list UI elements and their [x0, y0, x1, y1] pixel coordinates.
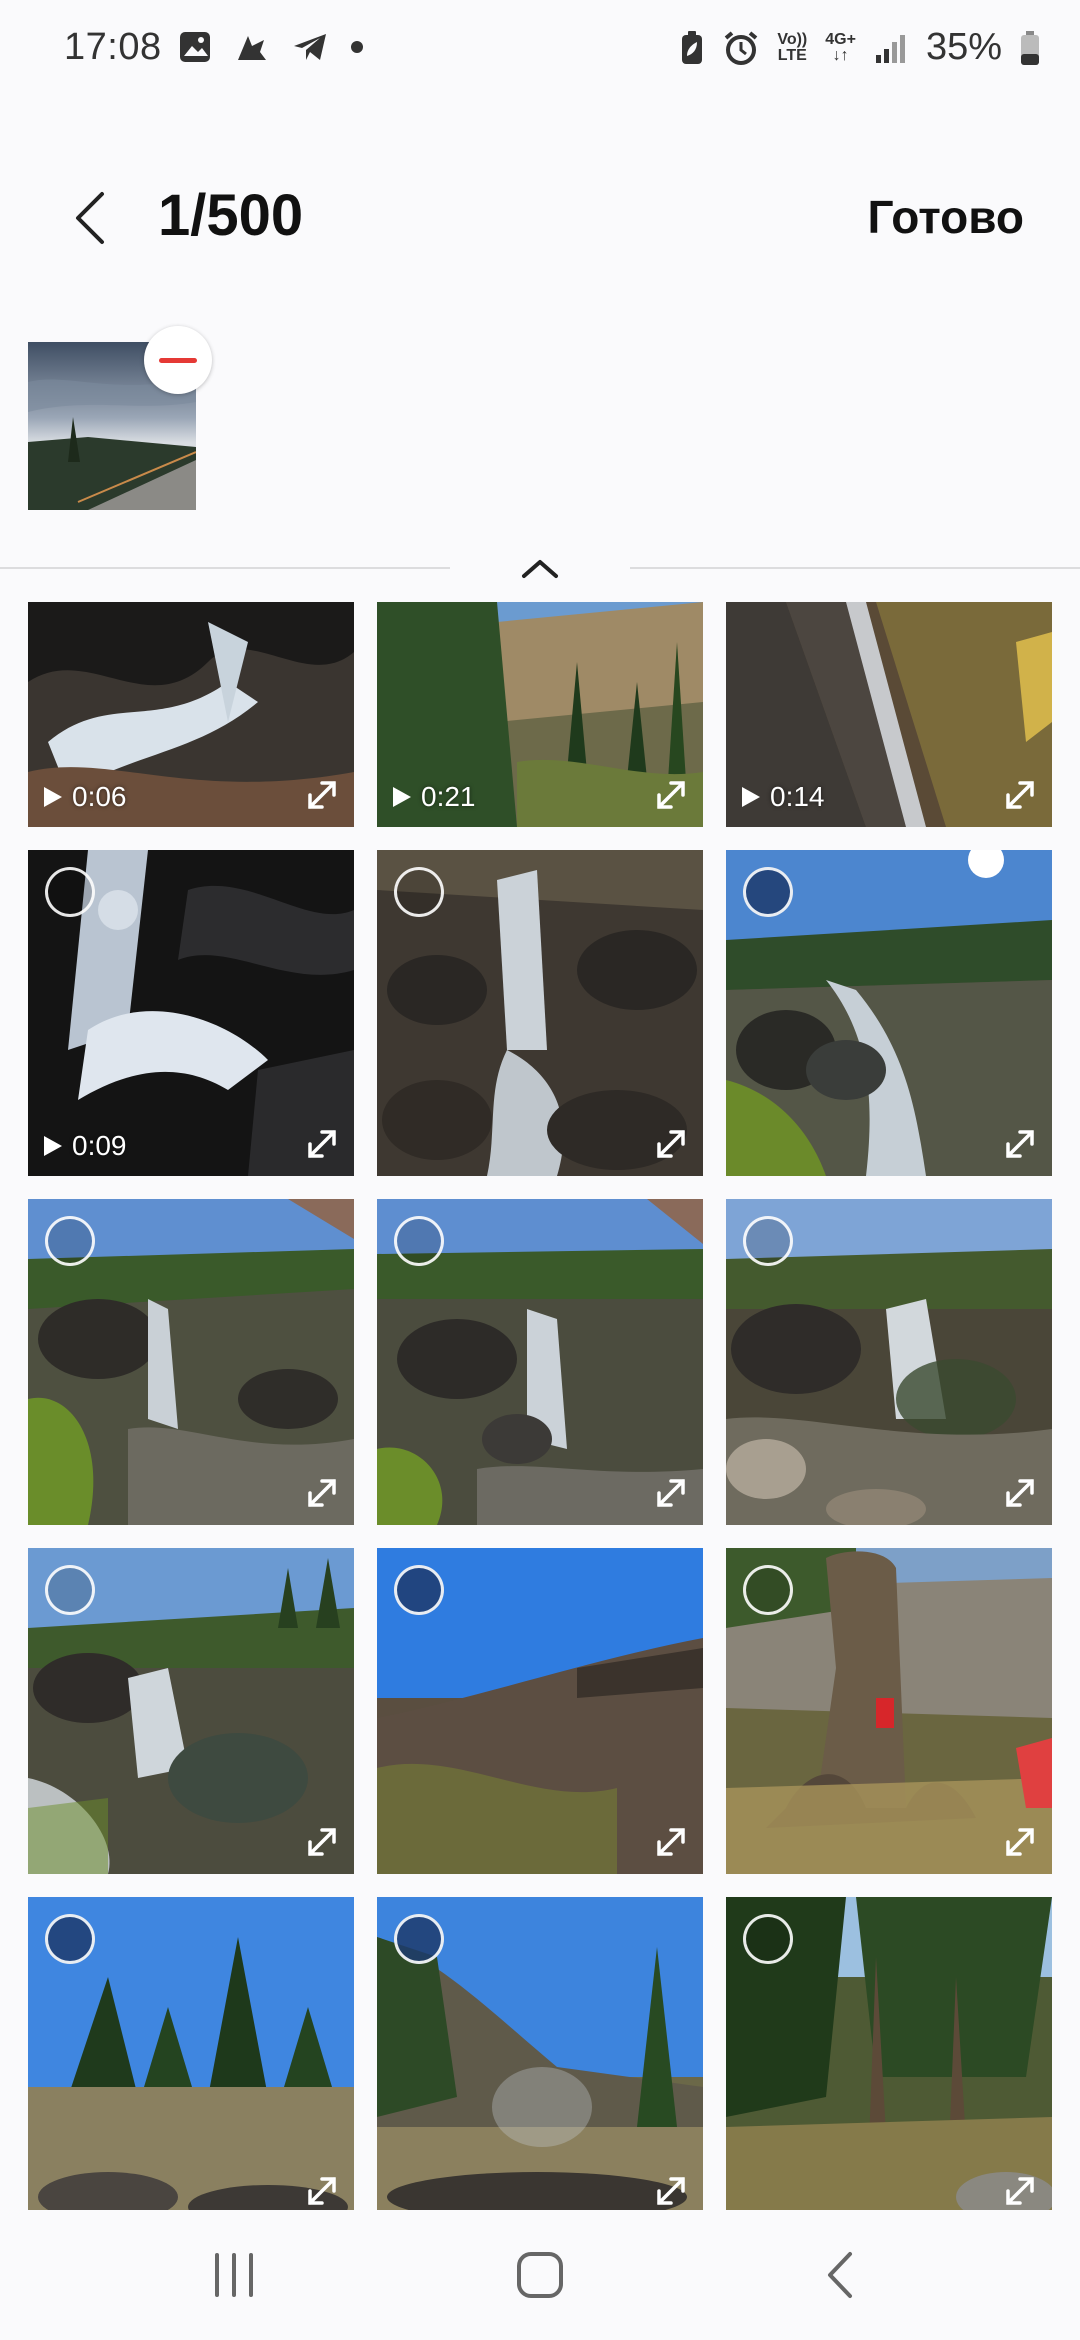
expand-icon[interactable] [302, 2171, 342, 2211]
expand-icon[interactable] [651, 1822, 691, 1862]
system-status-icons: Vo)) LTE 4G+ ↓↑ 35% [679, 26, 1040, 69]
expand-icon[interactable] [302, 1473, 342, 1513]
select-checkbox[interactable] [743, 1216, 793, 1266]
select-checkbox[interactable] [394, 867, 444, 917]
media-grid: 0:06 0:21 0:14 0:09 [28, 602, 1052, 2223]
video-duration-badge: 0:14 [740, 781, 825, 813]
grid-tile-photo[interactable] [377, 1548, 703, 1874]
video-duration-badge: 0:09 [42, 1130, 127, 1162]
dot-icon [351, 41, 363, 53]
gallery-icon [180, 32, 210, 62]
grid-tile-video[interactable]: 0:21 [377, 602, 703, 827]
minus-icon [159, 357, 197, 363]
expand-icon[interactable] [302, 1822, 342, 1862]
expand-icon[interactable] [1000, 775, 1040, 815]
remove-selected-button[interactable] [144, 326, 212, 394]
video-duration-badge: 0:21 [391, 781, 476, 813]
expand-icon[interactable] [651, 1473, 691, 1513]
network-type-icon: 4G+ ↓↑ [825, 30, 856, 64]
home-button[interactable] [500, 2240, 580, 2310]
select-checkbox[interactable] [743, 867, 793, 917]
home-icon [517, 2252, 563, 2298]
grid-tile-photo[interactable] [726, 1548, 1052, 1874]
grid-tile-photo[interactable] [28, 1548, 354, 1874]
grid-tile-photo[interactable] [726, 1199, 1052, 1525]
expand-icon[interactable] [651, 1124, 691, 1164]
tray-divider-right [630, 567, 1080, 569]
expand-icon[interactable] [302, 1124, 342, 1164]
battery-icon [1021, 30, 1039, 65]
select-checkbox[interactable] [394, 1216, 444, 1266]
select-checkbox[interactable] [45, 1216, 95, 1266]
select-checkbox[interactable] [45, 1565, 95, 1615]
grid-tile-photo[interactable] [28, 1897, 354, 2223]
select-checkbox[interactable] [394, 1565, 444, 1615]
collapse-tray-button[interactable] [510, 548, 570, 588]
grid-tile-photo[interactable] [28, 1199, 354, 1525]
select-checkbox[interactable] [394, 1914, 444, 1964]
status-bar: 17:08 Vo)) LTE 4G+ ↓↑ 35% [0, 0, 1080, 100]
play-icon [44, 787, 62, 807]
grid-tile-photo[interactable] [377, 850, 703, 1176]
chevron-left-icon [76, 192, 104, 244]
volte-icon: Vo)) LTE [777, 30, 808, 64]
expand-icon[interactable] [1000, 1473, 1040, 1513]
tray-divider-left [0, 567, 450, 569]
grid-tile-photo[interactable] [377, 1199, 703, 1525]
expand-icon[interactable] [1000, 2171, 1040, 2211]
notification-icons [178, 30, 364, 64]
nav-back-button[interactable] [800, 2240, 880, 2310]
telegram-icon [294, 34, 326, 60]
grid-tile-video[interactable]: 0:09 [28, 850, 354, 1176]
app-icon [238, 36, 266, 60]
select-checkbox[interactable] [743, 1565, 793, 1615]
grid-tile-video[interactable]: 0:14 [726, 602, 1052, 827]
grid-tile-photo[interactable] [377, 1897, 703, 2223]
grid-tile-photo[interactable] [726, 1897, 1052, 2223]
navigation-bar [0, 2210, 1080, 2340]
grid-tile-photo[interactable] [726, 850, 1052, 1176]
status-time: 17:08 [64, 26, 162, 68]
recent-apps-button[interactable] [194, 2240, 274, 2310]
done-button[interactable]: Готово [867, 190, 1024, 244]
grid-tile-video[interactable]: 0:06 [28, 602, 354, 827]
alarm-icon [725, 30, 758, 65]
expand-icon[interactable] [1000, 1822, 1040, 1862]
expand-icon[interactable] [651, 775, 691, 815]
selection-counter: 1/500 [158, 183, 304, 248]
expand-icon[interactable] [302, 775, 342, 815]
select-checkbox[interactable] [45, 867, 95, 917]
play-icon [393, 787, 411, 807]
select-checkbox[interactable] [45, 1914, 95, 1964]
back-icon [828, 2252, 852, 2298]
battery-saver-icon [682, 30, 703, 64]
back-button[interactable] [62, 188, 122, 248]
selection-header: 1/500 Готово [0, 160, 1080, 270]
battery-percent: 35% [925, 26, 1002, 68]
signal-icon [875, 34, 905, 63]
select-checkbox[interactable] [743, 1914, 793, 1964]
chevron-up-icon [522, 560, 558, 578]
play-icon [742, 787, 760, 807]
play-icon [44, 1136, 62, 1156]
video-duration-badge: 0:06 [42, 781, 127, 813]
expand-icon[interactable] [651, 2171, 691, 2211]
expand-icon[interactable] [1000, 1124, 1040, 1164]
recent-apps-icon [215, 2253, 253, 2297]
